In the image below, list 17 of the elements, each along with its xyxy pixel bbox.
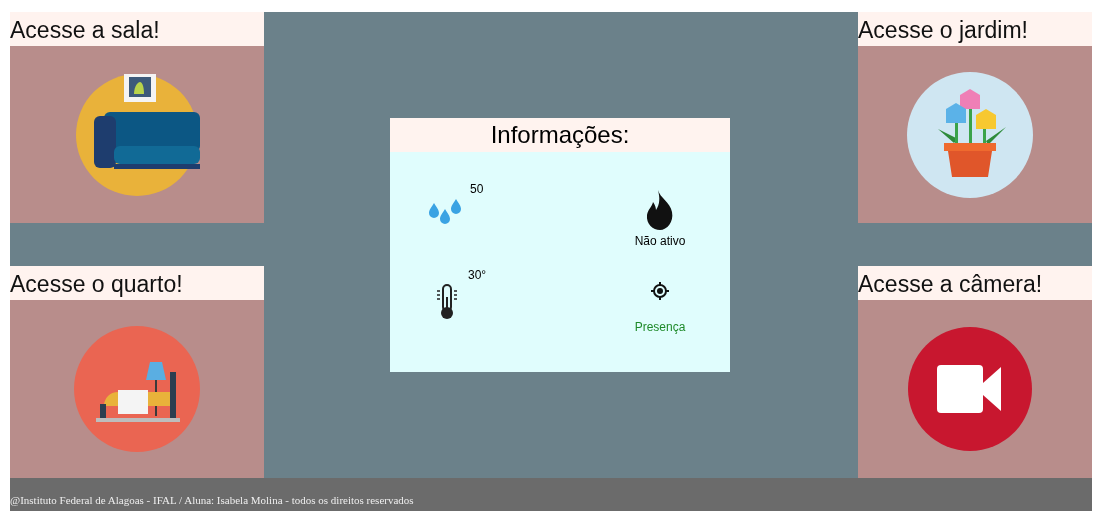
- thermometer-icon: [437, 283, 457, 321]
- bed-lamp-icon[interactable]: [74, 326, 200, 452]
- room-title: Acesse a câmera!: [858, 266, 1092, 300]
- humidity-value: 50: [470, 181, 484, 198]
- info-title: Informações:: [390, 118, 730, 152]
- room-title: Acesse o quarto!: [10, 266, 264, 300]
- temperature-value: 30°: [468, 267, 487, 284]
- flower-pot-icon[interactable]: [906, 70, 1034, 199]
- footer-text: @Instituto Federal de Alagoas - IFAL / Aluna: Isabela Molina - todos os direitos reservados: [10, 478, 1092, 511]
- target-icon: [651, 282, 669, 300]
- presence-status: Presença: [634, 319, 686, 336]
- video-camera-icon[interactable]: [908, 327, 1032, 451]
- room-title: Acesse o jardim!: [858, 12, 1092, 46]
- room-title: Acesse a sala!: [10, 12, 264, 46]
- sofa-picture-icon[interactable]: [74, 71, 200, 198]
- fire-status: Não ativo: [634, 233, 686, 250]
- water-drops-icon: [428, 199, 462, 225]
